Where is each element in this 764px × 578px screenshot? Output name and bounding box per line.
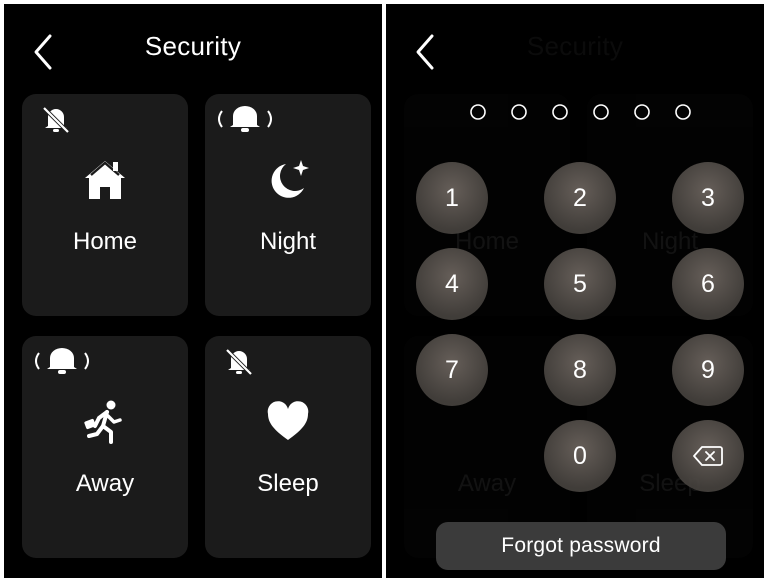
moon-star-icon <box>271 160 309 198</box>
heart-icon <box>267 401 309 440</box>
mode-tile-night[interactable]: Night <box>205 94 371 316</box>
backspace-icon <box>693 446 723 466</box>
mode-label-away: Away <box>75 470 135 497</box>
pin-dot <box>470 104 486 120</box>
pin-dot <box>511 104 527 120</box>
running-person-icon <box>84 400 122 444</box>
bell-off-icon <box>225 348 253 376</box>
security-screen: Security Home Night Away Sleep <box>4 4 382 578</box>
ghost-label: Home <box>454 228 520 255</box>
keypad-key-1[interactable]: 1 <box>416 162 488 234</box>
keypad-key-5[interactable]: 5 <box>544 248 616 320</box>
keypad-key-0[interactable]: 0 <box>544 420 616 492</box>
pin-dots-indicator <box>470 104 691 120</box>
page-title: Security <box>144 31 242 61</box>
pin-dot <box>634 104 650 120</box>
mode-label-sleep: Sleep <box>257 470 319 497</box>
keypad-key-2[interactable]: 2 <box>544 162 616 234</box>
mode-tile-away[interactable]: Away <box>22 336 188 558</box>
bell-off-icon <box>42 106 70 134</box>
pin-dot <box>552 104 568 120</box>
mode-label-night: Night <box>259 228 317 255</box>
back-chevron-icon[interactable] <box>412 32 440 72</box>
mode-tile-sleep[interactable]: Sleep <box>205 336 371 558</box>
keypad-key-3[interactable]: 3 <box>672 162 744 234</box>
pin-entry-screen: Security Home Night Away Sleep 1 2 3 4 5… <box>386 4 764 578</box>
keypad-key-6[interactable]: 6 <box>672 248 744 320</box>
ghost-title: Security <box>526 31 624 61</box>
mode-tile-home[interactable]: Home <box>22 94 188 316</box>
pin-dot <box>675 104 691 120</box>
mode-label-home: Home <box>72 228 138 255</box>
ghost-label: Night <box>641 228 699 255</box>
keypad-key-7[interactable]: 7 <box>416 334 488 406</box>
pin-dot <box>593 104 609 120</box>
ghost-label: Away <box>457 470 517 497</box>
backspace-button[interactable] <box>672 420 744 492</box>
keypad-key-4[interactable]: 4 <box>416 248 488 320</box>
keypad-key-9[interactable]: 9 <box>672 334 744 406</box>
keypad-key-8[interactable]: 8 <box>544 334 616 406</box>
house-icon <box>85 161 125 199</box>
bell-ringing-icon <box>218 106 272 132</box>
forgot-password-button[interactable]: Forgot password <box>436 522 726 570</box>
bell-ringing-icon <box>35 348 89 374</box>
